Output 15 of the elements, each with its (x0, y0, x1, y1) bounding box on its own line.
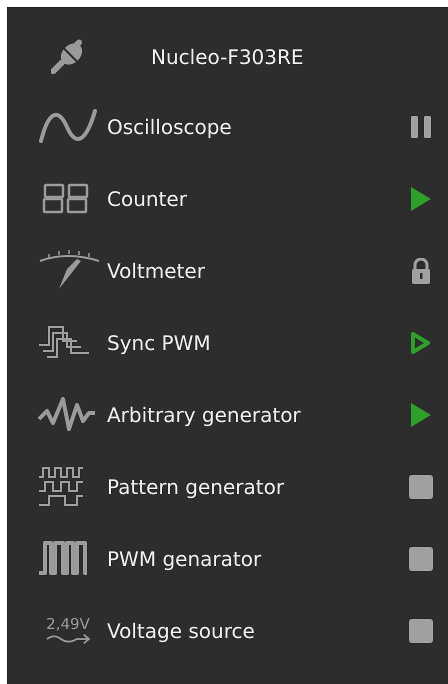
instrument-name[interactable]: Sync PWM (107, 331, 409, 355)
instrument-name[interactable]: Voltmeter (107, 259, 409, 283)
instrument-name[interactable]: PWM genarator (107, 547, 409, 571)
device-name: Nucleo-F303RE (151, 45, 305, 69)
play-icon[interactable] (410, 402, 432, 428)
instrument-name[interactable]: Counter (107, 187, 409, 211)
play-icon[interactable] (410, 186, 432, 212)
voltage-reading: 2,49V (46, 616, 90, 632)
pause-icon[interactable] (410, 115, 432, 139)
instrument-name[interactable]: Arbitrary generator (107, 403, 409, 427)
instrument-name[interactable]: Voltage source (107, 619, 409, 643)
play-outline-icon[interactable] (410, 331, 432, 355)
lock-icon[interactable] (411, 258, 431, 284)
instrument-name[interactable]: Pattern generator (107, 475, 409, 499)
instrument-name[interactable]: Oscilloscope (107, 115, 409, 139)
